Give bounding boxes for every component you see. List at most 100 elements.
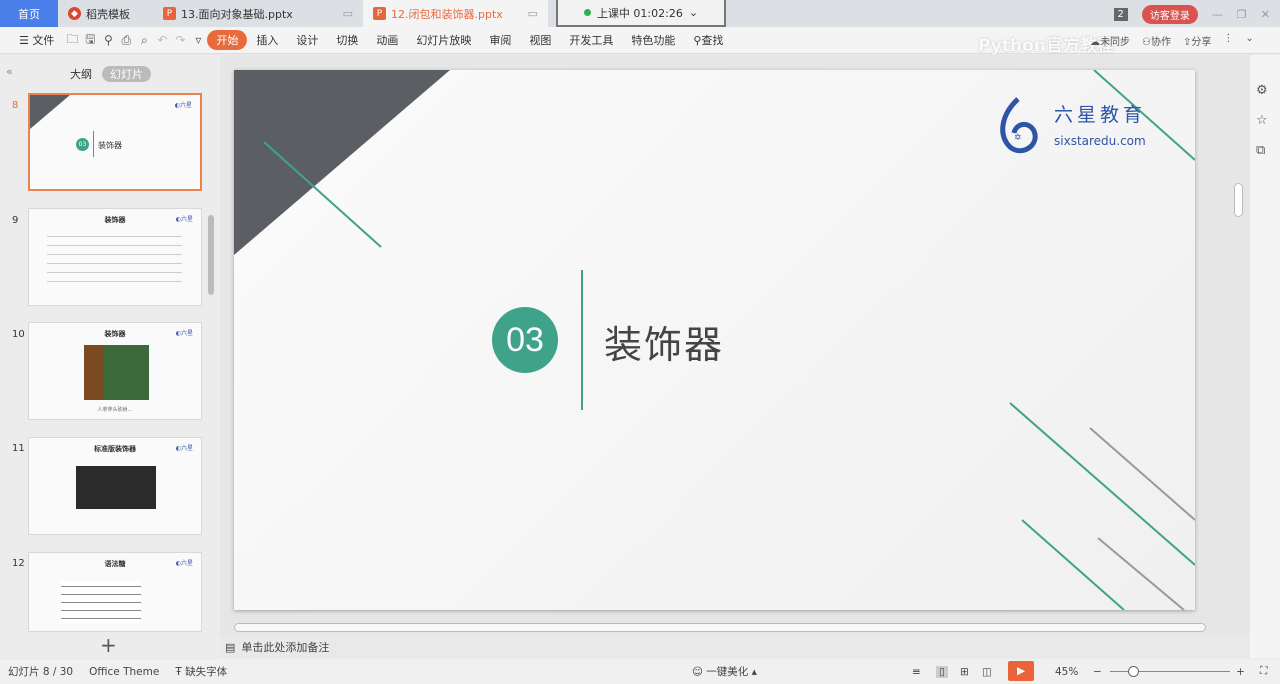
ribbon-toolbar: ☰ 文件 🗀 🖫 ⚲ ⎙ ⌕ ↶ ↷ ▿ 开始 插入 设计 切换 动画 幻灯片放… <box>0 27 1280 56</box>
notes-toggle-icon[interactable]: ≡ <box>912 666 921 678</box>
file-label: 文件 <box>32 34 55 47</box>
file-menu[interactable]: ☰ 文件 <box>10 32 63 48</box>
properties-icon[interactable]: ⚙ <box>1256 83 1268 98</box>
tab-outline[interactable]: 大纲 <box>70 66 92 82</box>
status-bar: 幻灯片 8 / 30 Office Theme Ŧ 缺失字体 ☺ 一键美化 ▴ … <box>0 659 1280 684</box>
sync-label: 未同步 <box>1100 37 1130 48</box>
slide-counter: 幻灯片 8 / 30 <box>8 666 74 678</box>
horizontal-scrollbar[interactable] <box>234 623 1206 632</box>
thumb-logo: ◐六星 <box>175 216 193 223</box>
thumb-number: 10 <box>12 329 25 340</box>
thumb-number: 11 <box>12 443 25 454</box>
collab-label: 协作 <box>1150 37 1171 48</box>
animation-icon[interactable]: ☆ <box>1256 113 1268 128</box>
thumbnail-scrollbar[interactable] <box>208 215 214 295</box>
tab-slideshow[interactable]: 幻灯片放映 <box>407 32 480 48</box>
tab-developer[interactable]: 开发工具 <box>560 32 622 48</box>
slide-panel: « 大纲 幻灯片 8 ◐六星 03 装饰器 9 装饰器 ◐六星 10 装饰器 ◐六星 … <box>0 55 220 658</box>
notes-placeholder: 单击此处添加备注 <box>241 641 330 654</box>
copy-icon[interactable]: ⧉ <box>1256 143 1265 158</box>
sorter-view-icon[interactable]: ⊞ <box>960 666 969 678</box>
thumb-number: 9 <box>12 215 19 226</box>
preview-icon[interactable]: ⌕ <box>135 33 153 48</box>
zoom-slider-handle[interactable] <box>1128 666 1139 677</box>
zoom-out-button[interactable]: − <box>1093 666 1102 678</box>
more-menu-icon[interactable]: ⋮ <box>1223 33 1233 48</box>
slide-thumbnail[interactable]: 装饰器 ◐六星 人拿斧头砍树… <box>28 322 202 420</box>
tab-slides[interactable]: 幻灯片 <box>102 66 151 82</box>
collab-button[interactable]: ⚇协作 <box>1142 33 1171 48</box>
tab-animation[interactable]: 动画 <box>367 32 407 48</box>
save-icon[interactable]: 🖫 <box>81 30 99 51</box>
collapse-ribbon-icon[interactable]: ⌄ <box>1245 33 1253 48</box>
corner-triangle <box>234 70 450 255</box>
svg-text:✡: ✡ <box>1014 133 1022 143</box>
close-icon[interactable]: ✕ <box>1261 8 1270 21</box>
zoom-level[interactable]: 45% <box>1055 666 1078 678</box>
monitor-icon: ▭ <box>342 7 353 20</box>
missing-font-button[interactable]: Ŧ 缺失字体 <box>175 664 227 679</box>
sync-button[interactable]: ☁未同步 <box>1090 33 1130 48</box>
tab-doc-oop[interactable]: P 13.面向对象基础.pptx ▭ <box>153 0 363 27</box>
thumb-caption: 人拿斧头砍树… <box>97 407 133 413</box>
tab-design[interactable]: 设计 <box>287 32 327 48</box>
tab-templates[interactable]: ◆ 稻壳模板 <box>58 0 153 27</box>
slide-canvas[interactable]: ✡ 六星教育 sixstaredu.com 03 装饰器 <box>234 70 1195 610</box>
tab-start[interactable]: 开始 <box>207 30 248 50</box>
thumb-number: 8 <box>12 100 19 111</box>
open-icon[interactable]: 🗀 <box>63 30 81 51</box>
thumb-code-image <box>76 466 156 509</box>
print-icon[interactable]: ⎙ <box>117 33 135 48</box>
thumb-image <box>84 345 149 400</box>
thumb-logo: ◐六星 <box>175 560 193 567</box>
thumb-logo: ◐六星 <box>175 445 193 452</box>
collapse-panel-icon[interactable]: « <box>6 65 13 78</box>
tab-insert[interactable]: 插入 <box>247 32 287 48</box>
thumb-logo: ◐六星 <box>174 102 192 109</box>
tab-transition[interactable]: 切换 <box>327 32 367 48</box>
minimize-icon[interactable]: — <box>1212 8 1223 21</box>
play-slideshow-button[interactable]: ▶ <box>1008 661 1034 681</box>
restore-icon[interactable]: ❐ <box>1237 8 1247 21</box>
theme-name: Office Theme <box>89 665 160 678</box>
reading-view-icon[interactable]: ◫ <box>982 666 992 678</box>
beautify-button[interactable]: ☺ 一键美化 ▴ <box>692 664 757 679</box>
zoom-in-button[interactable]: + <box>1236 666 1245 678</box>
login-button[interactable]: 访客登录 <box>1141 5 1198 24</box>
timer-text: 上课中 01:02:26 <box>596 6 683 20</box>
normal-view-icon[interactable]: ▯ <box>936 665 948 678</box>
ppt-icon: P <box>163 7 176 20</box>
more-icon[interactable]: ▿ <box>189 33 207 47</box>
class-timer[interactable]: 上课中 01:02:26 ⌄ <box>556 0 726 27</box>
fit-window-icon[interactable]: ⛶ <box>1260 665 1267 678</box>
slide-thumbnail[interactable]: 标准版装饰器 ◐六星 <box>28 437 202 535</box>
add-slide-button[interactable]: + <box>100 633 117 657</box>
accent-line <box>1021 519 1125 610</box>
undo-icon[interactable]: ↶ <box>153 33 171 47</box>
tab-doc-decorator[interactable]: P 12.闭包和装饰器.pptx ▭ <box>363 0 548 27</box>
thumb-title: 装饰器 <box>98 141 122 150</box>
slide-thumbnail[interactable]: ◐六星 03 装饰器 <box>28 93 202 191</box>
window-controls: 2 访客登录 — ❐ ✕ <box>1113 5 1270 24</box>
notes-icon: ▤ <box>225 640 236 654</box>
tab-label: 12.闭包和装饰器.pptx <box>391 7 503 21</box>
beautify-label: 一键美化 <box>706 666 749 678</box>
chevron-down-icon: ⌄ <box>688 6 699 19</box>
tab-review[interactable]: 审阅 <box>480 32 520 48</box>
slide-title: 装饰器 <box>604 323 725 367</box>
tab-features[interactable]: 特色功能 <box>622 32 684 48</box>
format-painter-icon[interactable]: ⚲ <box>99 33 117 47</box>
missing-font-label: 缺失字体 <box>185 666 228 678</box>
search-button[interactable]: ⚲查找 <box>684 32 732 48</box>
tab-label: 13.面向对象基础.pptx <box>181 7 293 21</box>
tab-view[interactable]: 视图 <box>520 32 560 48</box>
notes-bar[interactable]: ▤ 单击此处添加备注 <box>220 637 1250 657</box>
slide-thumbnail[interactable]: 装饰器 ◐六星 <box>28 208 202 306</box>
redo-icon[interactable]: ↷ <box>171 33 189 47</box>
window-count-badge: 2 <box>1113 8 1128 21</box>
share-button[interactable]: ⇪分享 <box>1183 33 1211 48</box>
thumb-badge: 03 <box>76 138 89 151</box>
vertical-scrollbar[interactable] <box>1234 183 1243 217</box>
slide-thumbnail[interactable]: 语法糖 ◐六星 <box>28 552 202 632</box>
tab-home[interactable]: 首页 <box>0 0 58 27</box>
